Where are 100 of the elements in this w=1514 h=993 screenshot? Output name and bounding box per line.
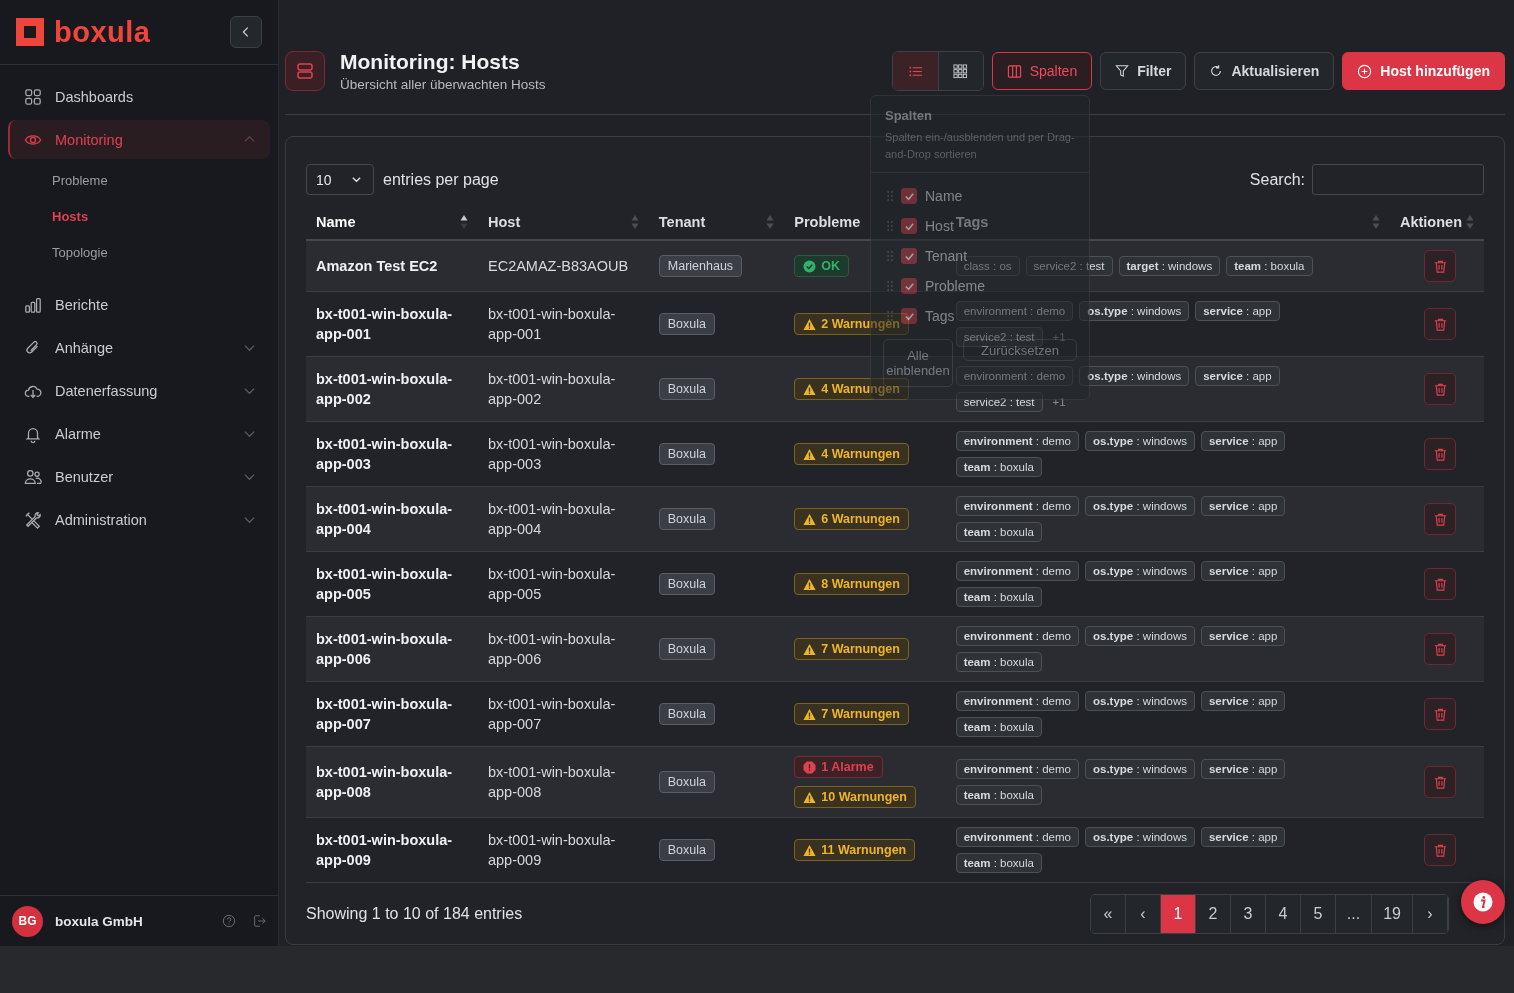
tenant-tag: Boxula: [658, 703, 715, 725]
trash-icon: [1432, 511, 1448, 527]
nav-subitem[interactable]: Probleme: [52, 163, 108, 199]
host-name: bx-t001-win-boxula-app-006: [316, 630, 454, 669]
logo: boxula: [54, 15, 151, 49]
collapse-button[interactable]: [230, 16, 262, 48]
tag: service : app: [1195, 301, 1280, 321]
drag-handle-icon[interactable]: [887, 220, 893, 232]
host-name: bx-t001-win-boxula-app-007: [316, 695, 454, 734]
tag: service : app: [1195, 366, 1280, 386]
column-header[interactable]: Name: [316, 214, 356, 230]
tag: environment : demo: [955, 626, 1079, 646]
tag: os.type : windows: [1085, 691, 1195, 711]
nav-item[interactable]: Dashboards: [8, 77, 270, 116]
warning-icon: [803, 577, 817, 591]
nav-item[interactable]: Datenerfassung: [8, 371, 270, 410]
grid-view-button[interactable]: [937, 52, 983, 90]
refresh-button[interactable]: Aktualisieren: [1194, 52, 1335, 90]
delete-button[interactable]: [1424, 568, 1456, 600]
tag: target : windows: [1118, 256, 1221, 276]
warning-icon: [803, 707, 817, 721]
delete-button[interactable]: [1424, 503, 1456, 535]
tag: team : boxula: [955, 785, 1042, 805]
tenant-tag: Boxula: [658, 573, 715, 595]
delete-button[interactable]: [1424, 834, 1456, 866]
checkbox[interactable]: [901, 248, 917, 264]
sort-icon[interactable]: [460, 214, 468, 230]
tenant-tag: Boxula: [658, 313, 715, 335]
column-option[interactable]: Tenant: [925, 248, 968, 264]
tag: service2 : test: [955, 392, 1043, 412]
host-address: EC2AMAZ-B83AOUB: [488, 257, 630, 276]
checkmark-icon: [903, 280, 915, 292]
status-badge: 8 Warnungen: [794, 573, 909, 595]
nav-item[interactable]: Administration: [8, 500, 270, 539]
column-option[interactable]: Name: [925, 188, 963, 204]
column-header[interactable]: Tags: [955, 214, 989, 230]
nav-item[interactable]: Benutzer: [8, 457, 270, 496]
delete-button[interactable]: [1424, 766, 1456, 798]
column-option[interactable]: Host: [925, 218, 954, 234]
status-badge: 1 Alarme: [794, 756, 883, 778]
nav-item[interactable]: Anhänge: [8, 328, 270, 367]
refresh-icon: [1209, 64, 1224, 78]
tag: service : app: [1200, 431, 1286, 451]
tenant-tag: Boxula: [658, 839, 715, 861]
warning-icon: [803, 790, 817, 804]
nav-item[interactable]: Berichte: [8, 285, 270, 324]
page-button[interactable]: «: [1090, 895, 1126, 933]
tenant-tag: Boxula: [658, 443, 715, 465]
delete-button[interactable]: [1424, 250, 1456, 282]
column-option[interactable]: Tags: [925, 308, 955, 324]
nav-item[interactable]: Alarme: [8, 414, 270, 453]
tag: team : boxula: [955, 652, 1042, 672]
column-option[interactable]: Probleme: [925, 278, 985, 294]
delete-button[interactable]: [1424, 698, 1456, 730]
checkbox[interactable]: [901, 308, 917, 324]
drag-handle-icon[interactable]: [887, 280, 893, 292]
delete-button[interactable]: [1424, 438, 1456, 470]
search-field[interactable]: [1312, 164, 1484, 195]
plus-circle-icon: [1357, 63, 1373, 79]
checkmark-icon: [903, 220, 915, 232]
column-header[interactable]: Probleme: [794, 214, 861, 230]
bar-chart-icon: [24, 295, 42, 314]
column-header[interactable]: Host: [488, 214, 521, 230]
delete-button[interactable]: [1424, 373, 1456, 405]
tools-icon: [24, 510, 42, 529]
host-name: Amazon Test EC2: [316, 257, 439, 276]
host-address: bx-t001-win-boxula-app-006: [488, 630, 617, 669]
checkbox[interactable]: [901, 278, 917, 294]
drag-handle-icon[interactable]: [887, 250, 893, 262]
host-name: bx-t001-win-boxula-app-001: [316, 305, 454, 344]
status-badge: 7 Warnungen: [794, 703, 909, 725]
menu-button[interactable]: Alle einblenden: [883, 339, 953, 387]
page-button[interactable]: 1: [1160, 895, 1196, 933]
host-address: bx-t001-win-boxula-app-003: [488, 435, 617, 474]
tag: environment : demo: [955, 301, 1074, 321]
host-name: bx-t001-win-boxula-app-004: [316, 500, 454, 539]
nav-item[interactable]: Monitoring: [8, 120, 270, 159]
logout-icon[interactable]: [252, 914, 266, 928]
checkmark-icon: [903, 250, 915, 262]
column-header[interactable]: Aktionen: [1399, 214, 1462, 230]
column-header[interactable]: Tenant: [658, 214, 706, 230]
nav-subitem[interactable]: Hosts: [52, 199, 89, 235]
tag: environment : demo: [955, 827, 1079, 847]
delete-button[interactable]: [1424, 308, 1456, 340]
nav-subitem[interactable]: Topologie: [52, 235, 108, 271]
checkbox[interactable]: [901, 218, 917, 234]
tag: team : boxula: [955, 853, 1042, 873]
checkbox[interactable]: [901, 188, 917, 204]
add-button[interactable]: Host hinzufügen: [1342, 52, 1505, 90]
columns-button[interactable]: Spalten: [991, 52, 1093, 90]
help-icon[interactable]: [222, 914, 236, 928]
delete-button[interactable]: [1424, 633, 1456, 665]
grid-icon: [24, 87, 42, 106]
page-size-select[interactable]: 10: [306, 164, 374, 195]
filter-button[interactable]: Filter: [1100, 52, 1187, 90]
trash-icon: [1432, 842, 1448, 858]
tag: team : boxula: [1226, 256, 1313, 276]
warning-icon: [803, 447, 817, 461]
drag-handle-icon[interactable]: [887, 190, 893, 202]
status-badge: 7 Warnungen: [794, 638, 909, 660]
